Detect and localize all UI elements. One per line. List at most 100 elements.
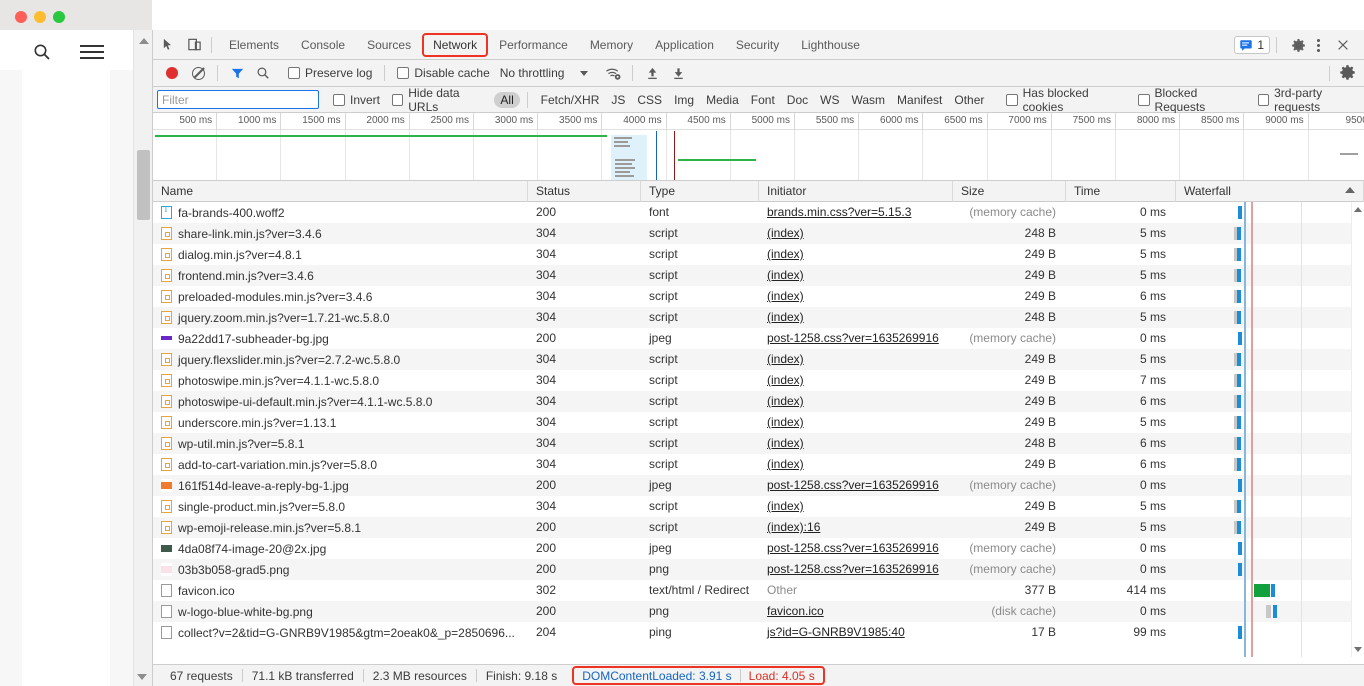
cell-initiator[interactable]: (index) xyxy=(759,286,953,307)
cell-initiator[interactable]: (index) xyxy=(759,454,953,475)
export-har-button[interactable] xyxy=(665,62,691,84)
clear-button[interactable] xyxy=(185,62,211,84)
table-row[interactable]: photoswipe-ui-default.min.js?ver=4.1.1-w… xyxy=(153,391,1364,412)
network-settings-button[interactable] xyxy=(1339,64,1356,84)
tab-sources[interactable]: Sources xyxy=(356,30,422,59)
third-party-requests-checkbox[interactable]: 3rd-party requests xyxy=(1258,86,1364,114)
table-row[interactable]: single-product.min.js?ver=5.8.0304script… xyxy=(153,496,1364,517)
sort-ascending-icon[interactable] xyxy=(1345,187,1355,193)
filter-type-wasm[interactable]: Wasm xyxy=(845,92,891,108)
filter-type-doc[interactable]: Doc xyxy=(781,92,814,108)
table-row[interactable]: frontend.min.js?ver=3.4.6304script(index… xyxy=(153,265,1364,286)
device-toolbar-icon[interactable] xyxy=(183,34,205,56)
cell-initiator[interactable]: favicon.ico xyxy=(759,601,953,622)
table-row[interactable]: preloaded-modules.min.js?ver=3.4.6304scr… xyxy=(153,286,1364,307)
table-row[interactable]: share-link.min.js?ver=3.4.6304script(ind… xyxy=(153,223,1364,244)
table-scrollbar[interactable] xyxy=(1351,202,1364,657)
hamburger-menu-icon[interactable] xyxy=(80,45,104,59)
tab-security[interactable]: Security xyxy=(725,30,790,59)
page-scrollbar[interactable] xyxy=(133,30,152,686)
table-row[interactable]: 03b3b058-grad5.png200pngpost-1258.css?ve… xyxy=(153,559,1364,580)
network-conditions-button[interactable] xyxy=(600,62,626,84)
table-row[interactable]: w-logo-blue-white-bg.png200pngfavicon.ic… xyxy=(153,601,1364,622)
search-icon[interactable] xyxy=(33,43,51,61)
column-header-status[interactable]: Status xyxy=(528,181,641,202)
scroll-down-arrow-icon[interactable] xyxy=(137,674,147,680)
cell-initiator[interactable]: (index) xyxy=(759,223,953,244)
network-overview-timeline[interactable]: 500 ms1000 ms1500 ms2000 ms2500 ms3000 m… xyxy=(153,113,1364,181)
filter-type-js[interactable]: JS xyxy=(605,92,631,108)
tab-elements[interactable]: Elements xyxy=(218,30,290,59)
filter-type-fetch-xhr[interactable]: Fetch/XHR xyxy=(535,92,606,108)
import-har-button[interactable] xyxy=(639,62,665,84)
search-button[interactable] xyxy=(250,62,276,84)
blocked-requests-checkbox[interactable]: Blocked Requests xyxy=(1138,86,1244,114)
filter-type-media[interactable]: Media xyxy=(700,92,745,108)
cell-initiator[interactable]: (index) xyxy=(759,433,953,454)
filter-type-img[interactable]: Img xyxy=(668,92,700,108)
overview-resizer[interactable] xyxy=(1340,153,1358,155)
close-icon[interactable] xyxy=(1332,34,1354,56)
cell-initiator[interactable]: (index) xyxy=(759,265,953,286)
tab-application[interactable]: Application xyxy=(644,30,725,59)
table-row[interactable]: 4da08f74-image-20@2x.jpg200jpegpost-1258… xyxy=(153,538,1364,559)
column-header-initiator[interactable]: Initiator xyxy=(759,181,953,202)
table-row[interactable]: wp-util.min.js?ver=5.8.1304script(index)… xyxy=(153,433,1364,454)
has-blocked-cookies-checkbox[interactable]: Has blocked cookies xyxy=(1006,86,1124,114)
preserve-log-checkbox[interactable]: Preserve log xyxy=(288,66,372,80)
column-header-waterfall[interactable]: Waterfall xyxy=(1176,181,1364,202)
cell-initiator[interactable]: (index) xyxy=(759,370,953,391)
cell-initiator[interactable]: post-1258.css?ver=1635269916 xyxy=(759,475,953,496)
cell-initiator[interactable]: (index) xyxy=(759,349,953,370)
table-row[interactable]: add-to-cart-variation.min.js?ver=5.8.030… xyxy=(153,454,1364,475)
tab-performance[interactable]: Performance xyxy=(488,30,579,59)
window-minimize-button[interactable] xyxy=(34,11,46,23)
disable-cache-checkbox[interactable]: Disable cache xyxy=(397,66,489,80)
throttling-select[interactable]: No throttling xyxy=(500,66,589,80)
inspect-element-icon[interactable] xyxy=(157,34,179,56)
filter-input[interactable] xyxy=(157,90,319,109)
cell-initiator[interactable]: post-1258.css?ver=1635269916 xyxy=(759,559,953,580)
column-header-size[interactable]: Size xyxy=(953,181,1066,202)
filter-type-other[interactable]: Other xyxy=(948,92,990,108)
cell-initiator[interactable]: (index) xyxy=(759,244,953,265)
table-row[interactable]: fa-brands-400.woff2200fontbrands.min.css… xyxy=(153,202,1364,223)
table-row[interactable]: 161f514d-leave-a-reply-bg-1.jpg200jpegpo… xyxy=(153,475,1364,496)
table-row[interactable]: collect?v=2&tid=G-GNRB9V1985&gtm=2oeak0&… xyxy=(153,622,1364,643)
table-row[interactable]: dialog.min.js?ver=4.8.1304script(index)2… xyxy=(153,244,1364,265)
filter-type-font[interactable]: Font xyxy=(745,92,781,108)
column-header-time[interactable]: Time xyxy=(1066,181,1176,202)
filter-type-all[interactable]: All xyxy=(494,92,519,108)
gear-icon[interactable] xyxy=(1287,34,1309,56)
table-row[interactable]: jquery.flexslider.min.js?ver=2.7.2-wc.5.… xyxy=(153,349,1364,370)
cell-initiator[interactable]: (index) xyxy=(759,307,953,328)
window-maximize-button[interactable] xyxy=(53,11,65,23)
tab-console[interactable]: Console xyxy=(290,30,356,59)
table-row[interactable]: favicon.ico302text/html / RedirectOther3… xyxy=(153,580,1364,601)
cell-initiator[interactable]: post-1258.css?ver=1635269916 xyxy=(759,538,953,559)
scroll-down-arrow-icon[interactable] xyxy=(1354,647,1362,652)
table-row[interactable]: 9a22dd17-subheader-bg.jpg200jpegpost-125… xyxy=(153,328,1364,349)
table-row[interactable]: jquery.zoom.min.js?ver=1.7.21-wc.5.8.030… xyxy=(153,307,1364,328)
column-header-type[interactable]: Type xyxy=(641,181,759,202)
cell-initiator[interactable]: brands.min.css?ver=5.15.3 xyxy=(759,202,953,223)
cell-initiator[interactable]: (index) xyxy=(759,391,953,412)
cell-initiator[interactable]: (index) xyxy=(759,496,953,517)
cell-initiator[interactable]: (index):16 xyxy=(759,517,953,538)
tab-memory[interactable]: Memory xyxy=(579,30,644,59)
kebab-menu-icon[interactable] xyxy=(1309,39,1328,52)
cell-initiator[interactable]: js?id=G-GNRB9V1985:40 xyxy=(759,622,953,643)
cell-initiator[interactable]: post-1258.css?ver=1635269916 xyxy=(759,328,953,349)
cell-initiator[interactable]: (index) xyxy=(759,412,953,433)
scroll-up-arrow-icon[interactable] xyxy=(139,38,149,44)
table-row[interactable]: photoswipe.min.js?ver=4.1.1-wc.5.8.0304s… xyxy=(153,370,1364,391)
scrollbar-thumb[interactable] xyxy=(137,150,150,220)
filter-type-manifest[interactable]: Manifest xyxy=(891,92,948,108)
record-button[interactable] xyxy=(159,62,185,84)
tab-lighthouse[interactable]: Lighthouse xyxy=(790,30,871,59)
table-row[interactable]: underscore.min.js?ver=1.13.1304script(in… xyxy=(153,412,1364,433)
table-row[interactable]: wp-emoji-release.min.js?ver=5.8.1200scri… xyxy=(153,517,1364,538)
messages-badge[interactable]: 1 xyxy=(1234,36,1270,54)
filter-type-css[interactable]: CSS xyxy=(631,92,668,108)
column-header-name[interactable]: Name xyxy=(153,181,528,202)
